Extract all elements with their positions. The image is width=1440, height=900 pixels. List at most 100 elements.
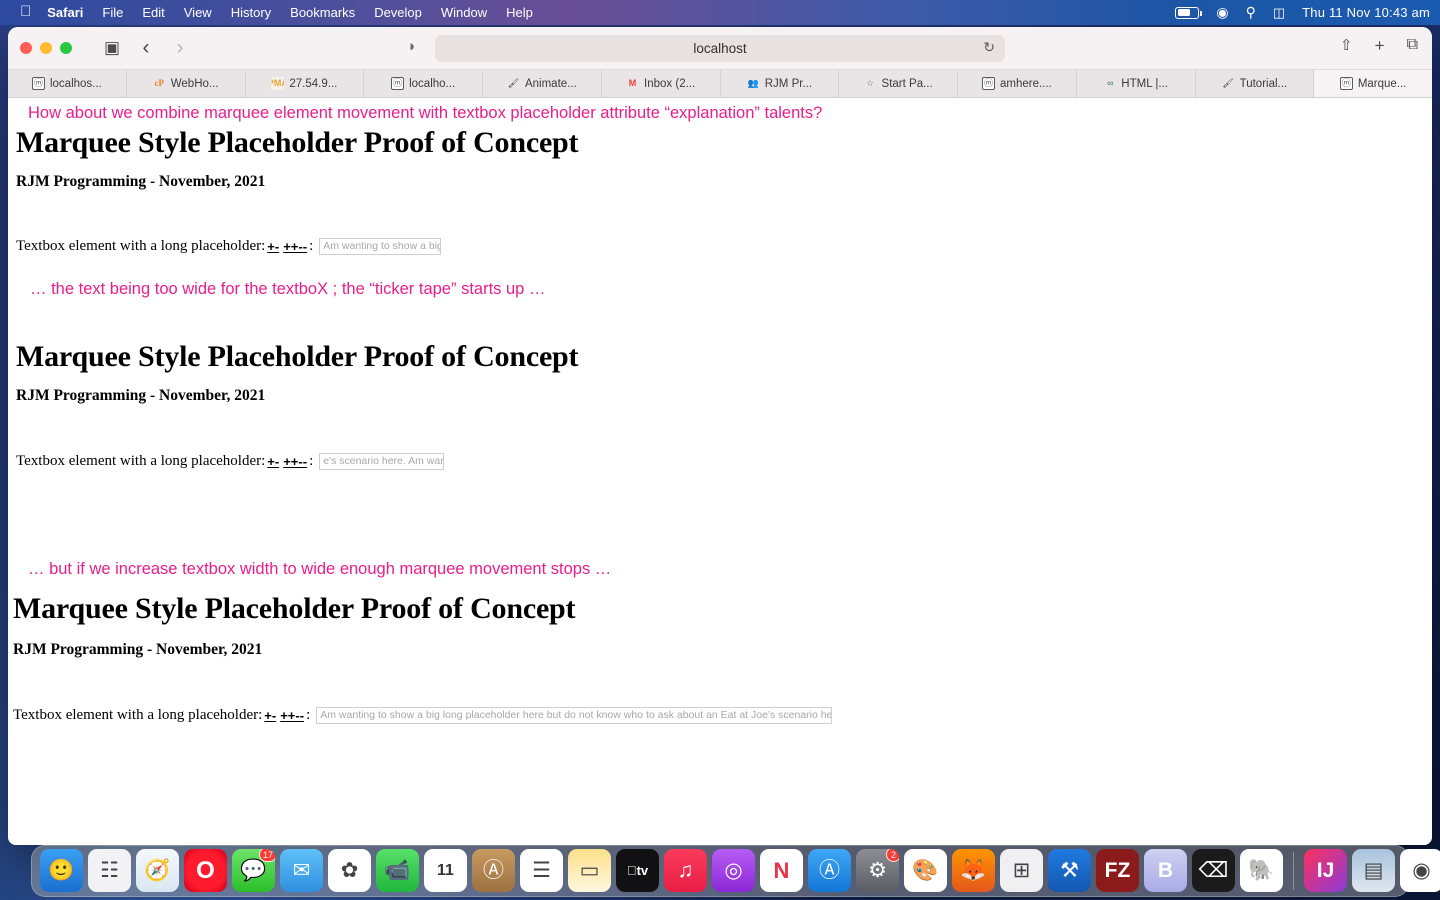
battery-icon[interactable] [1175, 7, 1199, 19]
dock-item-system-preferences[interactable]: ⚙2 [856, 849, 899, 892]
dock: 🙂☷🧭O💬17✉✿📹11Ⓐ☰▭tv♫◎NⒶ⚙2🎨🦊⊞⚒FZB⌫🐘IJ▤◉QWA… [31, 845, 1409, 897]
dock-item-safari[interactable]: 🧭 [136, 849, 179, 892]
browser-tab[interactable]: ⓜlocalho... [364, 70, 483, 97]
menu-bar-clock[interactable]: Thu 11 Nov 10:43 am [1302, 5, 1430, 20]
localhost-icon: ⓜ [1340, 77, 1353, 90]
placeholder-textbox-2[interactable]: e's scenario here. Am wan [319, 453, 444, 470]
browser-toolbar: ▣ ‹ › ◑ localhost ↻ ⇧ + ⧉ [8, 27, 1432, 70]
apple-logo-icon[interactable]:  [20, 3, 31, 20]
dock-item-calendar[interactable]: 11 [424, 849, 467, 892]
dock-item-bbedit[interactable]: B [1144, 849, 1187, 892]
browser-tab[interactable]: ⓜ Marque... [1314, 70, 1432, 97]
dock-item-filezilla[interactable]: FZ [1096, 849, 1139, 892]
menu-item-safari[interactable]: Safari [47, 5, 83, 20]
tab-overview-icon[interactable]: ⧉ [1407, 36, 1418, 56]
dock-badge: 17 [259, 849, 275, 862]
maximize-window-button[interactable] [60, 42, 72, 54]
browser-tab[interactable]: 🖌Animate... [483, 70, 602, 97]
dock-item-xcode[interactable]: ⚒ [1048, 849, 1091, 892]
xcode-icon: ⚒ [1060, 860, 1079, 881]
menu-item-develop[interactable]: Develop [374, 5, 422, 20]
calculator-icon: ⊞ [1013, 860, 1031, 881]
wifi-icon[interactable]: ◉ [1216, 4, 1228, 21]
safari-window: ▣ ‹ › ◑ localhost ↻ ⇧ + ⧉ ⓜlocalhos...cP… [8, 27, 1432, 845]
dock-item-tv-app[interactable]: ▤ [1352, 849, 1395, 892]
back-button[interactable]: ‹ [132, 36, 160, 60]
new-tab-icon[interactable]: + [1375, 36, 1385, 56]
browser-tab[interactable]: 👥 RJM Pr... [721, 70, 840, 97]
search-icon[interactable]: ⚲ [1246, 4, 1256, 21]
privacy-shield-icon[interactable]: ◑ [406, 38, 415, 55]
browser-tab[interactable]: ☆Start Pa... [839, 70, 958, 97]
podcasts-icon: ◎ [724, 860, 742, 881]
tv-app-icon: ▤ [1364, 860, 1384, 881]
browser-tab[interactable]: cPWebHo... [127, 70, 246, 97]
dock-item-contacts[interactable]: Ⓐ [472, 849, 515, 892]
menu-item-window[interactable]: Window [441, 5, 487, 20]
browser-tab-label: Marque... [1358, 78, 1407, 90]
placeholder-textbox-3[interactable]: Am wanting to show a big long placeholde… [316, 707, 832, 724]
menu-item-help[interactable]: Help [506, 5, 533, 20]
dock-item-tv[interactable]: tv [616, 849, 659, 892]
placeholder-textbox-1[interactable]: Am wanting to show a big l [319, 238, 441, 255]
increase-width-link-3[interactable]: ++-- [280, 708, 304, 723]
menu-item-file[interactable]: File [102, 5, 123, 20]
intellij-icon: IJ [1317, 860, 1335, 881]
dock-item-opera[interactable]: O [184, 849, 227, 892]
localhost-icon: ⓜ [982, 77, 995, 90]
forward-button[interactable]: › [166, 36, 194, 60]
address-bar[interactable]: localhost ↻ [435, 35, 1005, 62]
browser-tab[interactable]: 🖌Tutorial... [1196, 70, 1315, 97]
decrease-width-link-1[interactable]: +- [267, 239, 279, 254]
facetime-icon: 📹 [384, 860, 410, 881]
browser-tab[interactable]: ⓜlocalhos... [8, 70, 127, 97]
dock-item-finder[interactable]: 🙂 [40, 849, 83, 892]
dock-item-podcasts[interactable]: ◎ [712, 849, 755, 892]
close-window-button[interactable] [20, 42, 32, 54]
safari-icon: 🧭 [144, 860, 170, 881]
page-content: How about we combine marquee element mov… [8, 98, 1432, 845]
share-icon[interactable]: ⇧ [1340, 36, 1353, 56]
dock-item-photos[interactable]: ✿ [328, 849, 371, 892]
dock-item-news[interactable]: N [760, 849, 803, 892]
dock-item-firefox[interactable]: 🦊 [952, 849, 995, 892]
browser-tab[interactable]: PMA27.54.9... [246, 70, 365, 97]
menu-item-view[interactable]: View [184, 5, 212, 20]
people-icon: 👥 [747, 77, 760, 90]
decrease-width-link-3[interactable]: +- [264, 708, 276, 723]
dock-item-app-store[interactable]: Ⓐ [808, 849, 851, 892]
increase-width-link-1[interactable]: ++-- [283, 239, 307, 254]
dock-item-terminal[interactable]: ⌫ [1192, 849, 1235, 892]
menu-item-bookmarks[interactable]: Bookmarks [290, 5, 355, 20]
control-center-icon[interactable]: ◫ [1273, 5, 1285, 21]
dock-item-messages[interactable]: 💬17 [232, 849, 275, 892]
menu-item-history[interactable]: History [231, 5, 271, 20]
dock-item-mamp[interactable]: 🐘 [1240, 849, 1283, 892]
dock-item-facetime[interactable]: 📹 [376, 849, 419, 892]
firefox-icon: 🦊 [960, 860, 986, 881]
dock-item-intellij[interactable]: IJ [1304, 849, 1347, 892]
decrease-width-link-2[interactable]: +- [267, 454, 279, 469]
page-title-3: Marquee Style Placeholder Proof of Conce… [13, 592, 575, 626]
browser-tab-label: RJM Pr... [765, 78, 812, 90]
increase-width-link-2[interactable]: ++-- [283, 454, 307, 469]
browser-tab[interactable]: MInbox (2... [602, 70, 721, 97]
dock-item-music[interactable]: ♫ [664, 849, 707, 892]
minimize-window-button[interactable] [40, 42, 52, 54]
sidebar-toggle-icon[interactable]: ▣ [98, 36, 126, 60]
dock-item-launchpad[interactable]: ☷ [88, 849, 131, 892]
pencil-icon: 🖌 [1222, 77, 1235, 90]
dock-item-chrome[interactable]: ◉ [1400, 849, 1440, 892]
browser-tab[interactable]: ⓜamhere.... [958, 70, 1077, 97]
dock-item-mail[interactable]: ✉ [280, 849, 323, 892]
dock-item-paintbrush[interactable]: 🎨 [904, 849, 947, 892]
browser-tab[interactable]: ∞HTML |... [1077, 70, 1196, 97]
menu-item-edit[interactable]: Edit [142, 5, 164, 20]
page-title-1: Marquee Style Placeholder Proof of Conce… [16, 126, 578, 160]
tab-bar: ⓜlocalhos...cPWebHo...PMA27.54.9...ⓜloca… [8, 70, 1432, 98]
gmail-icon: M [626, 77, 639, 90]
dock-item-reminders[interactable]: ☰ [520, 849, 563, 892]
dock-item-calculator[interactable]: ⊞ [1000, 849, 1043, 892]
dock-item-notes[interactable]: ▭ [568, 849, 611, 892]
reload-icon[interactable]: ↻ [983, 39, 995, 56]
